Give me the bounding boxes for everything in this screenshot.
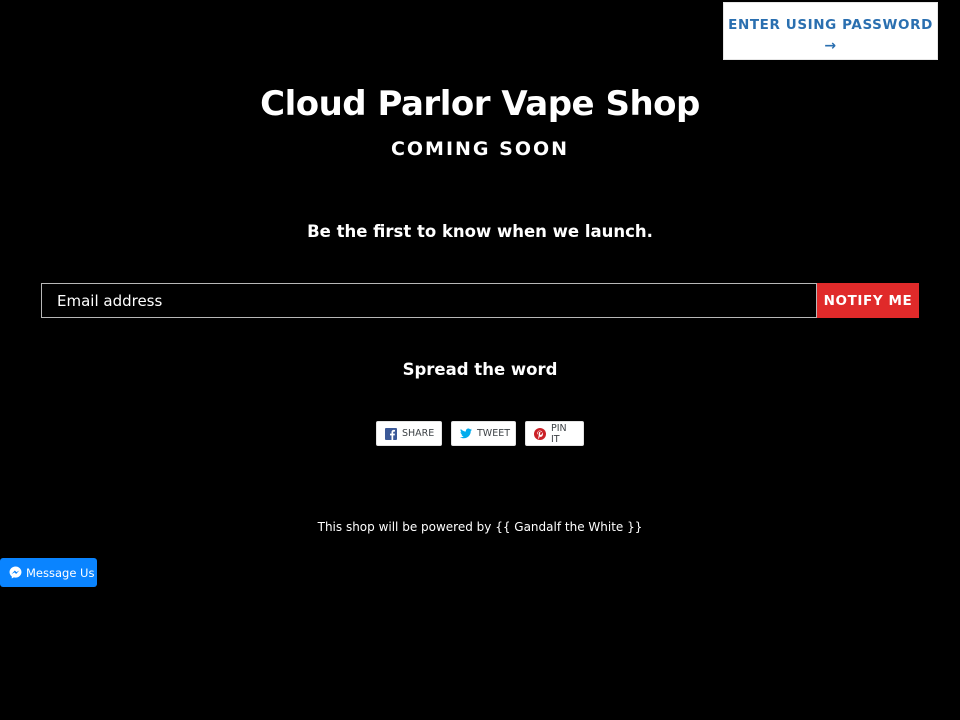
message-us-button[interactable]: Message Us bbox=[0, 558, 97, 587]
enter-password-button[interactable]: ENTER USING PASSWORD → bbox=[723, 2, 938, 60]
facebook-share-label: SHARE bbox=[402, 428, 435, 439]
store-title: Cloud Parlor Vape Shop bbox=[260, 84, 700, 124]
pinterest-share-label: PIN IT bbox=[551, 422, 567, 445]
newsletter-form: NOTIFY ME bbox=[41, 283, 919, 318]
email-input[interactable] bbox=[41, 283, 817, 318]
password-page: ENTER USING PASSWORD → Cloud Parlor Vape… bbox=[0, 0, 960, 720]
social-share-buttons: SHARE TWEET PIN IT bbox=[0, 421, 960, 446]
notify-me-button[interactable]: NOTIFY ME bbox=[817, 283, 919, 318]
arrow-right-icon: → bbox=[824, 38, 837, 54]
message-us-label: Message Us bbox=[26, 565, 95, 580]
spread-the-word-heading: Spread the word bbox=[402, 360, 558, 379]
messenger-icon bbox=[9, 566, 22, 579]
twitter-share-label: TWEET bbox=[477, 428, 511, 439]
pinterest-icon bbox=[534, 427, 546, 440]
enter-password-label: ENTER USING PASSWORD bbox=[728, 17, 933, 33]
facebook-share-button[interactable]: SHARE bbox=[376, 421, 442, 446]
launch-tagline: Be the first to know when we launch. bbox=[307, 222, 653, 241]
powered-by-text: This shop will be powered by {{ Gandalf … bbox=[317, 520, 643, 534]
facebook-icon bbox=[385, 427, 397, 440]
pinterest-share-button[interactable]: PIN IT bbox=[525, 421, 584, 446]
twitter-share-button[interactable]: TWEET bbox=[451, 421, 516, 446]
coming-soon-heading: COMING SOON bbox=[390, 138, 570, 160]
twitter-icon bbox=[460, 427, 472, 440]
